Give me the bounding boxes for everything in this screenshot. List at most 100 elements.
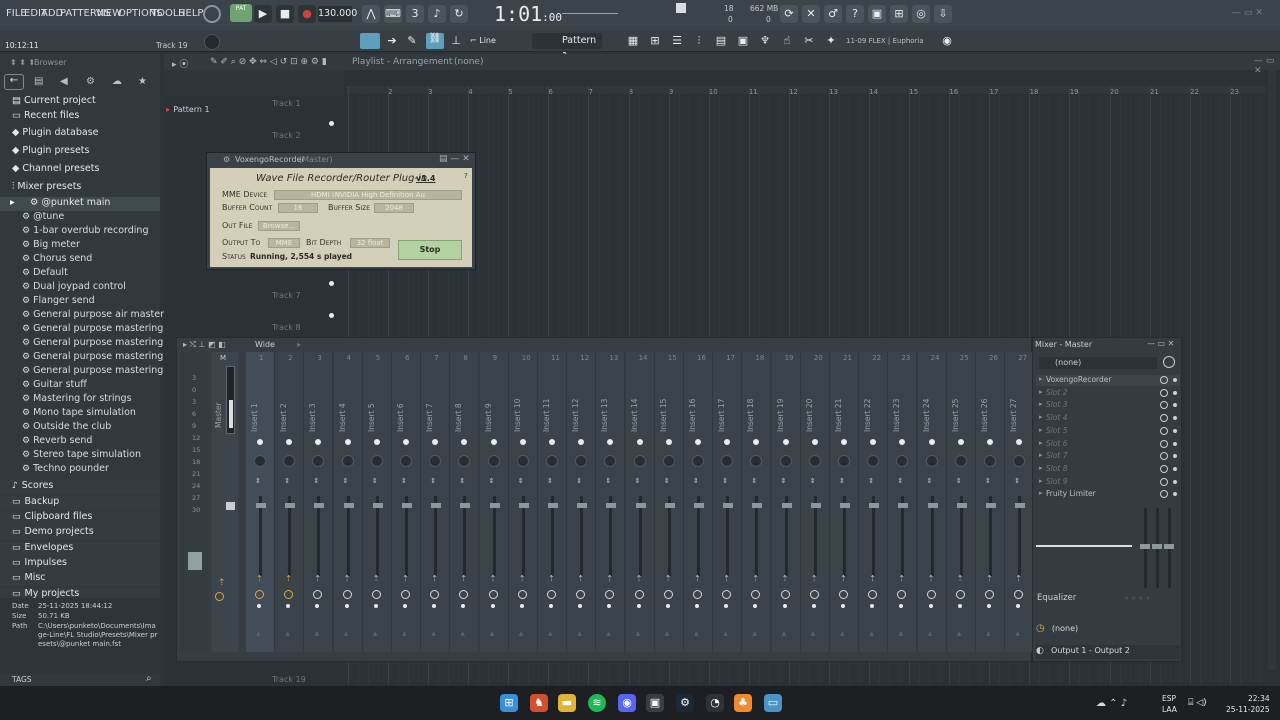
send-icon[interactable]: ⇡ [256, 574, 263, 583]
effect-slot[interactable]: ▸ Slot 3 [1036, 400, 1180, 411]
browser-cloud-icon[interactable]: ☁ [112, 76, 122, 87]
track-mute-led[interactable] [329, 121, 334, 126]
stereo-icon[interactable]: ⇕ [810, 477, 816, 485]
preset-item[interactable]: ⚙ General purpose mastering 4 [0, 351, 172, 365]
preset-item[interactable]: ⚙ Mastering for strings [0, 393, 160, 407]
record-arm-led[interactable] [549, 604, 553, 608]
volume-fader[interactable] [606, 503, 617, 508]
pat-song-toggle[interactable]: PAT [230, 4, 252, 22]
volume-fader[interactable] [343, 503, 354, 508]
track-label-1[interactable]: Track 1 [272, 99, 301, 108]
slot-mix-knob[interactable] [1160, 464, 1168, 473]
effect-slot[interactable]: ▸ Slot 7 [1036, 451, 1180, 462]
preset-item[interactable]: ⚙ General purpose mastering 2 [0, 323, 172, 337]
pan-knob[interactable] [925, 455, 938, 467]
stereo-icon[interactable]: ⇕ [751, 477, 757, 485]
insert-mute-led[interactable] [490, 439, 497, 445]
play-icon[interactable]: ▶ [254, 5, 272, 23]
preset-item[interactable]: ⚙ General purpose mastering 3 [0, 337, 172, 351]
folder-item[interactable]: ▭ Backup [0, 496, 160, 510]
insert-mute-led[interactable] [782, 439, 789, 445]
record-icon[interactable]: ● [298, 5, 316, 23]
timeline-ruler[interactable] [346, 86, 1266, 94]
slot-enable-led[interactable] [1173, 441, 1177, 446]
help-icon[interactable]: ? [846, 5, 864, 23]
slot-mix-knob[interactable] [1160, 477, 1168, 486]
step-seq-icon[interactable]: ▤ [712, 32, 730, 50]
volume-fader[interactable] [402, 503, 412, 508]
send-icon[interactable]: ⇡ [986, 574, 993, 583]
insert-mute-led[interactable] [987, 439, 993, 445]
playlist-context[interactable]: (none) [454, 57, 483, 67]
preset-item[interactable]: ⚙ 1-bar overdub recording [0, 225, 160, 239]
slot-enable-led[interactable] [1173, 466, 1177, 471]
pan-knob[interactable] [633, 455, 646, 467]
route-knob[interactable] [809, 590, 819, 599]
effect-slot[interactable]: ▸ Slot 5 [1036, 426, 1180, 437]
stereo-icon[interactable]: ⇕ [722, 477, 728, 485]
snap-mode[interactable]: ⌐ Line [470, 36, 496, 45]
folder-item[interactable]: ▭ Envelopes [0, 542, 160, 556]
tray-icons[interactable]: ☁ ⌃ ♪ [1096, 698, 1127, 709]
send-icon[interactable]: ⇡ [723, 574, 730, 583]
pattern-selector[interactable]: Pattern 1 [532, 33, 602, 62]
playlist-icon[interactable]: ☰ [668, 32, 686, 50]
pan-knob[interactable] [370, 455, 383, 467]
preset-item[interactable]: ⚙ Chorus send [0, 253, 160, 267]
stereo-icon[interactable]: ⇕ [605, 477, 611, 485]
effect-slot[interactable]: ▸ Slot 9 [1036, 477, 1180, 488]
effect-slot[interactable]: ▸ Fruity Limiter [1036, 489, 1180, 500]
stereo-icon[interactable]: ⇕ [868, 477, 874, 485]
insert-mute-led[interactable] [841, 439, 847, 445]
volume-fader[interactable] [372, 503, 383, 508]
master-strip[interactable]: M Master ⇡ [212, 352, 238, 652]
insert-mute-led[interactable] [811, 439, 818, 445]
folder-item[interactable]: ♪ Scores [0, 480, 160, 494]
stereo-icon[interactable]: ⇕ [343, 477, 349, 485]
browser-item-current-project[interactable]: ▤ Current project [0, 95, 160, 109]
browse-button[interactable]: Browse... [258, 221, 300, 231]
record-arm-led[interactable] [665, 604, 670, 608]
preset-item[interactable]: ⚙ @tune [0, 211, 160, 225]
bit-depth-select[interactable]: 32 float [350, 238, 390, 248]
master-route-knob[interactable] [215, 592, 224, 601]
send-icon[interactable]: ⇡ [840, 574, 847, 583]
send-icon[interactable]: ⇡ [490, 574, 497, 583]
volume-fader[interactable] [752, 503, 763, 508]
insert-mute-led[interactable] [928, 439, 935, 445]
record-arm-led[interactable] [344, 604, 349, 608]
pan-knob[interactable] [546, 455, 558, 467]
volume-fader[interactable] [840, 503, 850, 508]
stamp-icon[interactable]: ⊥ [448, 32, 464, 49]
send-icon[interactable]: ⇡ [636, 574, 643, 583]
online-icon[interactable]: ◉ [938, 32, 956, 50]
preset-item[interactable]: ⚙ Techno pounder [0, 463, 160, 477]
route-knob[interactable] [780, 590, 790, 599]
tools-icon[interactable]: ✕ [802, 5, 820, 23]
panel-fader-cap[interactable] [1152, 544, 1162, 549]
playlist-scrollbar[interactable] [1268, 70, 1276, 670]
stereo-icon[interactable]: ⇕ [547, 477, 553, 485]
slot-mix-knob[interactable] [1160, 401, 1168, 410]
browser-item-selected-preset[interactable]: ▸ ⚙ @punket main [0, 197, 160, 211]
track-label-8[interactable]: Track 8 [272, 323, 301, 332]
send-icon[interactable]: ⇡ [665, 574, 672, 583]
steam-icon[interactable]: ⚙ [676, 694, 694, 712]
browser-star-icon[interactable]: ★ [138, 76, 147, 87]
stereo-icon[interactable]: ⇕ [518, 477, 524, 485]
output-to-select[interactable]: MME [268, 238, 300, 248]
browser-speaker-icon[interactable]: ◀ [60, 76, 68, 87]
effect-slot[interactable]: ▸ Slot 4 [1036, 413, 1180, 424]
browser-item-channel-presets[interactable]: ◆ Channel presets [0, 163, 160, 177]
pan-knob[interactable] [954, 455, 967, 467]
window-controls[interactable]: — ▭ ✕ [1232, 8, 1263, 18]
route-knob[interactable] [547, 590, 556, 599]
step-edit-icon[interactable]: ♪ [428, 5, 446, 23]
stereo-icon[interactable]: ⇕ [664, 477, 670, 485]
record-arm-led[interactable] [987, 604, 991, 608]
route-knob[interactable] [255, 590, 264, 599]
plugin-gear-icon[interactable]: ⚙ [223, 155, 230, 164]
language-bottom[interactable]: LAA [1162, 705, 1177, 714]
track-label-19[interactable]: Track 19 [272, 675, 306, 684]
preset-item[interactable]: ⚙ Guitar stuff [0, 379, 160, 393]
